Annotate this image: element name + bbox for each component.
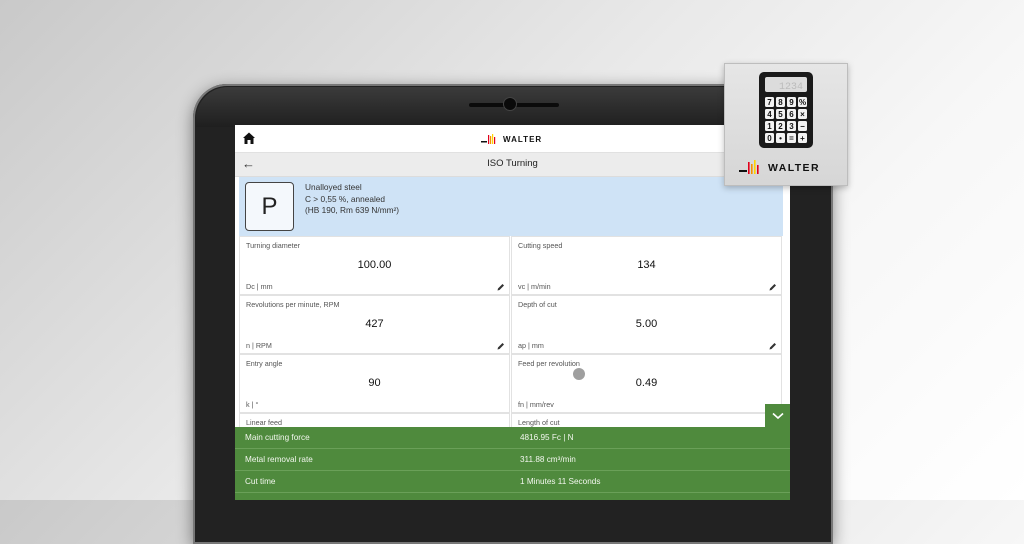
calculator-key-label: 7 <box>767 98 772 107</box>
field-turning-diameter[interactable]: Turning diameter 100.00 Dc | mm <box>239 236 510 295</box>
field-value: 0.49 <box>635 377 658 389</box>
calculator-key-label: 6 <box>789 110 794 119</box>
calculator-key-label: 8 <box>778 98 783 107</box>
field-feed-per-revolution[interactable]: Feed per revolution 0.49 fn | mm/rev <box>511 354 782 413</box>
field-value: 134 <box>637 259 656 271</box>
field-unit: Dc | mm <box>246 282 273 291</box>
results-panel: Main cutting force 4816.95 Fc | N Metal … <box>235 427 790 500</box>
result-label: Main cutting force <box>245 433 310 442</box>
brand-name: WALTER <box>503 134 543 144</box>
field-label: Cutting speed <box>518 241 563 250</box>
field-value: 90 <box>368 377 381 389</box>
field-entry-angle[interactable]: Entry angle 90 k | ° <box>239 354 510 413</box>
calculator-key-label: 4 <box>767 110 772 119</box>
field-unit: ap | mm <box>518 341 544 350</box>
field-value: 5.00 <box>635 318 658 330</box>
calculator-key-label: % <box>799 98 806 107</box>
calculator-key-label: 2 <box>778 122 783 131</box>
result-value: 4816.95 Fc | N <box>520 433 574 442</box>
walter-logo: WALTER <box>481 133 542 145</box>
nav-bar: ← ISO Turning <box>235 153 790 177</box>
calculator-key-label: 9 <box>789 98 794 107</box>
result-value: 311.88 cm³/min <box>520 455 576 464</box>
walter-logo: WALTER <box>739 160 820 176</box>
calculator-key-label: + <box>800 134 805 143</box>
chevron-down-icon <box>771 412 784 420</box>
calculator-key-label: 1 <box>767 122 772 131</box>
pencil-icon[interactable] <box>769 342 777 350</box>
calculator-key-label: × <box>800 110 805 119</box>
calculator-key-label: 3 <box>789 122 794 131</box>
field-label: Turning diameter <box>246 241 301 250</box>
field-unit: n | RPM <box>246 341 272 350</box>
field-unit: vc | m/min <box>518 282 551 291</box>
parameter-grid: Turning diameter 100.00 Dc | mm Cutting … <box>239 236 783 472</box>
top-bar: WALTER <box>235 125 790 153</box>
calculator-key-label: 0 <box>767 134 772 143</box>
material-hardness: (HB 190, Rm 639 N/mm²) <box>305 205 400 215</box>
result-row: Metal removal rate 311.88 cm³/min <box>235 449 790 471</box>
field-label: Revolutions per minute, RPM <box>246 300 340 309</box>
page-title: ISO Turning <box>487 158 538 169</box>
field-label: Length of cut <box>518 418 560 427</box>
calculator-display: 1234 <box>779 82 803 93</box>
field-cutting-speed[interactable]: Cutting speed 134 vc | m/min <box>511 236 782 295</box>
result-label: Metal removal rate <box>245 455 313 464</box>
field-label: Depth of cut <box>518 300 557 309</box>
field-value: 100.00 <box>357 259 392 271</box>
field-value: 427 <box>365 318 384 330</box>
calculator-key-label: • <box>779 134 782 143</box>
calculator-icon: 1234 7 8 9 % 4 5 6 × 1 2 3 − 0 • = + <box>759 72 813 148</box>
field-depth-of-cut[interactable]: Depth of cut 5.00 ap | mm <box>511 295 782 354</box>
field-label: Linear feed <box>246 418 282 427</box>
material-description: Unalloyed steel C > 0,55 %, annealed (HB… <box>305 182 399 217</box>
expand-results-button[interactable] <box>765 404 790 428</box>
result-value: 1 Minutes 11 Seconds <box>520 477 601 486</box>
app-screen: WALTER ← ISO Turning P Unalloyed steel C… <box>235 125 790 500</box>
field-unit: fn | mm/rev <box>518 400 554 409</box>
camera-icon <box>504 98 516 110</box>
material-panel[interactable]: P Unalloyed steel C > 0,55 %, annealed (… <box>239 177 783 236</box>
pencil-icon[interactable] <box>497 283 505 291</box>
result-label: Cut time <box>245 477 276 486</box>
home-icon[interactable] <box>242 131 256 145</box>
pencil-icon[interactable] <box>497 342 505 350</box>
walter-logo-mark <box>481 134 496 144</box>
walter-logo-mark <box>739 160 759 174</box>
field-label: Feed per revolution <box>518 359 580 368</box>
brand-name: WALTER <box>768 162 820 174</box>
material-group-badge: P <box>245 182 294 231</box>
material-condition: C > 0,55 %, annealed <box>305 193 386 204</box>
result-row: Main cutting force 4816.95 Fc | N <box>235 427 790 449</box>
app-icon: 1234 7 8 9% 4 5 6 × 1 2 3− 0 • = + WALTER <box>724 63 848 186</box>
field-label: Entry angle <box>246 359 283 368</box>
field-rpm[interactable]: Revolutions per minute, RPM 427 n | RPM <box>239 295 510 354</box>
calculator-key-label: = <box>789 134 794 143</box>
touch-indicator <box>573 368 585 380</box>
field-unit: k | ° <box>246 400 259 409</box>
material-name: Unalloyed steel <box>305 182 362 192</box>
result-row: Cut time 1 Minutes 11 Seconds <box>235 471 790 493</box>
pencil-icon[interactable] <box>769 283 777 291</box>
calculator-key-label: 5 <box>778 110 783 119</box>
calculator-key-label: − <box>800 122 805 131</box>
